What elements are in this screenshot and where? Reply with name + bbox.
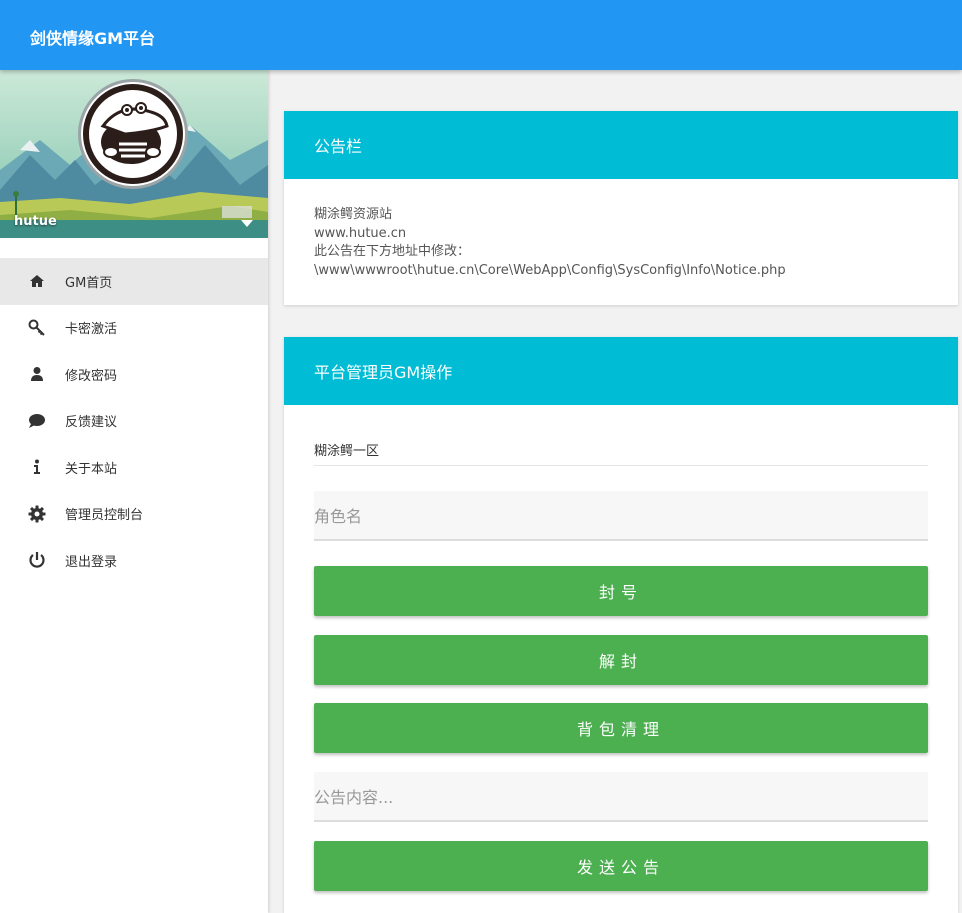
divider: [314, 465, 928, 466]
gear-icon: [28, 505, 46, 523]
sidebar-item-change-password[interactable]: 修改密码: [0, 351, 268, 398]
sidebar-item-admin-console[interactable]: 管理员控制台: [0, 491, 268, 538]
announcement-input[interactable]: 公告内容...: [314, 772, 928, 822]
sidebar: hutue GM首页 卡密激活 修改密码 反馈建议 关于本站 管理员控制台 退出…: [0, 70, 268, 913]
sidebar-item-gm-home[interactable]: GM首页: [0, 258, 268, 305]
caret-down-icon[interactable]: [241, 220, 253, 227]
user-icon: [28, 365, 46, 383]
info-icon: [28, 458, 46, 476]
sidebar-item-label: 关于本站: [65, 461, 118, 477]
sidebar-item-feedback[interactable]: 反馈建议: [0, 398, 268, 445]
sidebar-item-label: 管理员控制台: [65, 508, 144, 524]
sidebar-item-label: 退出登录: [65, 554, 118, 570]
key-icon: [28, 319, 46, 337]
sidebar-item-logout[interactable]: 退出登录: [0, 537, 268, 584]
gm-card-title: 平台管理员GM操作: [284, 337, 958, 405]
profile-banner: hutue: [0, 70, 268, 238]
gm-operations-card: 平台管理员GM操作 糊涂鳄一区 角色名 封号 解封 背包清理 公告内容... 发…: [284, 337, 958, 913]
clear-bag-button[interactable]: 背包清理: [314, 703, 928, 753]
send-announcement-button[interactable]: 发送公告: [314, 841, 928, 891]
sidebar-item-label: 卡密激活: [65, 322, 118, 338]
comment-icon: [28, 412, 46, 430]
sidebar-item-label: 反馈建议: [65, 415, 118, 431]
notice-line: 糊涂鳄资源站: [314, 207, 393, 222]
top-bar: 剑侠情缘GM平台: [0, 0, 962, 70]
notice-line: 此公告在下方地址中修改：: [314, 244, 471, 259]
username[interactable]: hutue: [14, 214, 57, 229]
notice-content: 糊涂鳄资源站 www.hutue.cn 此公告在下方地址中修改： \www\ww…: [284, 179, 958, 307]
sidebar-item-label: GM首页: [65, 275, 113, 291]
notice-line: \www\wwwroot\hutue.cn\Core\WebApp\Config…: [314, 262, 786, 278]
notice-card-title: 公告栏: [284, 111, 958, 179]
notice-line: www.hutue.cn: [314, 225, 407, 241]
sidebar-item-card-activate[interactable]: 卡密激活: [0, 305, 268, 352]
power-icon: [28, 551, 46, 569]
ban-button[interactable]: 封号: [314, 566, 928, 616]
crocodile-logo-icon: [83, 84, 183, 184]
home-icon: [28, 272, 46, 290]
notice-card: 公告栏 糊涂鳄资源站 www.hutue.cn 此公告在下方地址中修改： \ww…: [284, 111, 958, 305]
role-name-input[interactable]: 角色名: [314, 491, 928, 541]
sidebar-item-label: 修改密码: [65, 368, 118, 384]
app-title: 剑侠情缘GM平台: [30, 29, 156, 48]
avatar[interactable]: [81, 82, 185, 186]
sidebar-menu: GM首页 卡密激活 修改密码 反馈建议 关于本站 管理员控制台 退出登录: [0, 258, 268, 584]
server-select[interactable]: 糊涂鳄一区: [314, 440, 379, 459]
sidebar-item-about[interactable]: 关于本站: [0, 444, 268, 491]
unban-button[interactable]: 解封: [314, 635, 928, 685]
